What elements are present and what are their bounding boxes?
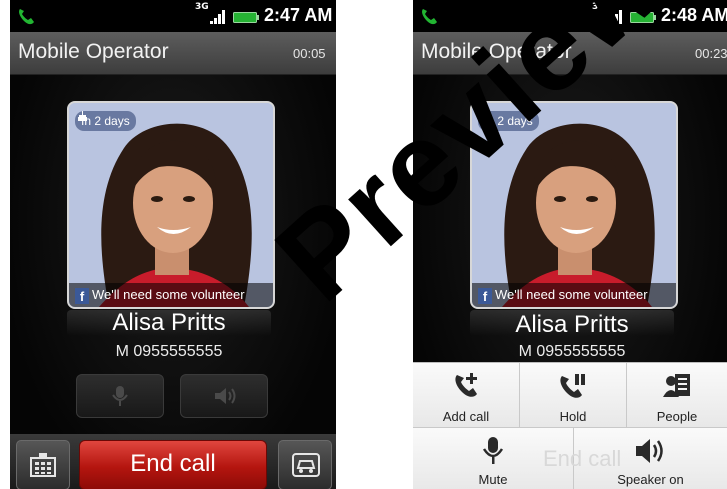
call-timer: 00:23 <box>695 46 727 61</box>
operator-name: Mobile Operator <box>18 40 169 63</box>
contact-photo: In 2 days f We'll need some volunteer <box>67 101 275 309</box>
network-type: 3G <box>195 2 209 12</box>
reminder-text: In 2 days <box>81 114 130 128</box>
people-icon <box>663 374 690 397</box>
caller-name: Alisa Pritts <box>112 309 226 336</box>
call-action-bar: End call <box>10 434 336 489</box>
call-header: Mobile Operator 00:05 <box>10 32 336 75</box>
end-call-button[interactable]: End call <box>79 440 267 489</box>
contact-portrait <box>69 103 273 307</box>
status-text: We'll need some volunteer <box>92 287 245 302</box>
signal-bars-icon <box>607 10 622 24</box>
mute-button[interactable] <box>76 374 164 418</box>
signal-bars-icon <box>210 10 225 24</box>
birthday-reminder: In 2 days <box>75 111 136 131</box>
add-call-button[interactable]: Add call <box>413 363 520 428</box>
speaker-icon <box>215 388 236 404</box>
speaker-icon <box>635 439 663 463</box>
add-call-label: Add call <box>442 409 490 424</box>
microphone-icon <box>112 386 128 406</box>
phone-screen-left: 3G 2:47 AM Mobile Operator 00:05 In 2 da… <box>10 0 336 489</box>
facebook-status: f We'll need some volunteer <box>69 283 273 307</box>
mute-button[interactable]: Mute <box>413 428 574 489</box>
microphone-icon <box>482 437 504 464</box>
clock: 2:48 AM <box>661 5 727 25</box>
status-text: We'll need some volunteer <box>495 287 648 302</box>
status-bar: 3G 2:48 AM <box>413 0 727 32</box>
people-button[interactable]: People <box>627 363 727 428</box>
in-call-options-panel: Add call Hold People Mute Speaker on End… <box>413 362 727 489</box>
people-label: People <box>656 409 698 424</box>
dialpad-button[interactable] <box>16 440 70 489</box>
contact-photo: In 2 days f We'll need some volunteer <box>470 101 678 309</box>
battery-icon <box>630 12 656 23</box>
call-header: Mobile Operator 00:23 <box>413 32 727 75</box>
contact-portrait <box>472 103 676 307</box>
facebook-status: f We'll need some volunteer <box>472 283 676 307</box>
speaker-button[interactable] <box>180 374 268 418</box>
facebook-icon: f <box>478 288 492 304</box>
birthday-cake-icon <box>481 111 490 121</box>
phone-handset-icon <box>422 9 437 25</box>
clock: 2:47 AM <box>264 5 333 25</box>
mute-label: Mute <box>478 472 508 487</box>
operator-name: Mobile Operator <box>421 40 572 63</box>
caller-number: M 0955555555 <box>518 343 626 360</box>
call-timer: 00:05 <box>293 46 326 61</box>
hold-button[interactable]: Hold <box>520 363 627 428</box>
caller-number: M 0955555555 <box>115 343 223 360</box>
hold-label: Hold <box>559 409 587 424</box>
status-bar: 3G 2:47 AM <box>10 0 336 32</box>
dialpad-icon <box>30 453 56 477</box>
battery-icon <box>233 12 259 23</box>
facebook-icon: f <box>75 288 89 304</box>
hold-icon <box>560 374 585 398</box>
car-kit-icon <box>292 453 320 477</box>
add-call-icon <box>455 373 477 397</box>
speaker-label: Speaker on <box>617 472 684 487</box>
caller-name: Alisa Pritts <box>515 311 629 338</box>
reminder-text: In 2 days <box>484 114 533 128</box>
phone-screen-right: 3G 2:48 AM Mobile Operator 00:23 In 2 da… <box>413 0 727 489</box>
phone-handset-icon <box>19 9 34 25</box>
birthday-reminder: In 2 days <box>478 111 539 131</box>
car-kit-button[interactable] <box>278 440 332 489</box>
network-type: 3G <box>592 2 606 12</box>
birthday-cake-icon <box>78 111 87 121</box>
speaker-button[interactable]: Speaker on <box>574 428 727 489</box>
